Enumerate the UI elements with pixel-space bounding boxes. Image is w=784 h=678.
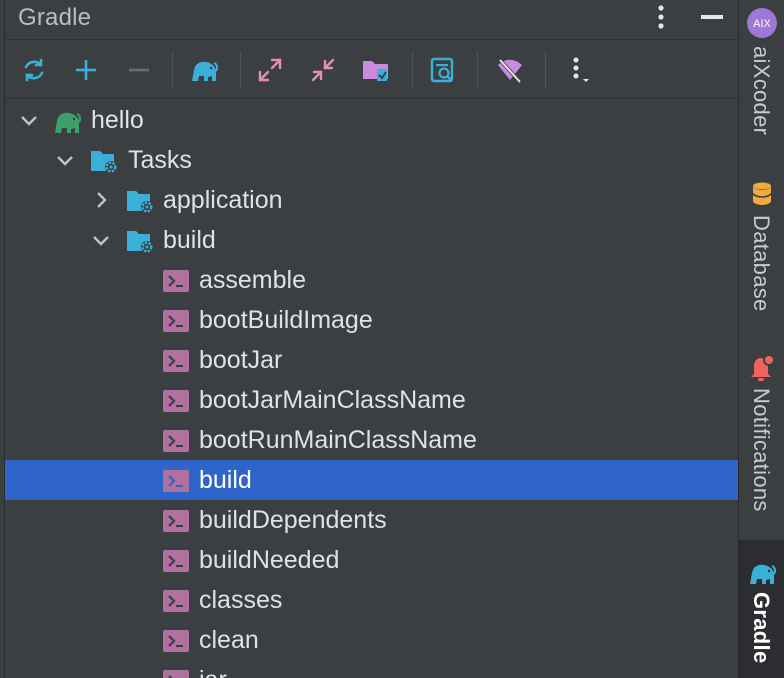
terminal-task-icon [163,670,189,678]
offline-mode-icon[interactable] [493,53,527,87]
task-bootbuildimage[interactable]: bootBuildImage [5,300,738,340]
stripe-label: Database [749,215,774,312]
terminal-task-icon [163,470,189,492]
tree-node-project[interactable]: hello [5,100,738,140]
refresh-icon[interactable] [17,53,51,87]
task-folder-icon [91,151,117,173]
plus-icon[interactable] [69,53,103,87]
tree-node-label: bootJar [199,346,283,374]
terminal-task-icon [163,630,189,652]
tree-node-label: jar [199,665,227,678]
task-clean[interactable]: clean [5,620,738,660]
hide-panel-icon[interactable] [697,2,727,32]
aixcoder-icon: AIX [747,8,777,38]
stripe-item-notifications[interactable]: Notifications [739,348,784,528]
stripe-label: Notifications [749,388,774,512]
tree-node-label: application [163,186,283,214]
more-vertical-icon[interactable] [561,53,595,87]
tree-node-label: assemble [199,266,306,294]
task-folder-icon [127,191,153,213]
toolbar-separator [412,51,413,89]
right-tool-stripe: AIX aiXcoder Database Notifications Grad… [738,0,784,678]
task-builddependents[interactable]: buildDependents [5,500,738,540]
tree-node-build-group[interactable]: build [5,220,738,260]
gradle-toolbar [5,41,738,99]
tree-node-label: build [199,466,252,494]
task-jar[interactable]: jar [5,660,738,678]
tool-window-title: Gradle [18,4,92,31]
gradle-tree: hello Tasks application build assemble b… [5,100,738,678]
svg-text:AIX: AIX [753,18,771,30]
chevron-down-icon[interactable] [90,229,112,251]
tool-window-header: Gradle [5,0,738,40]
toolbar-separator [172,51,173,89]
minus-icon[interactable] [122,53,156,87]
folder-icon[interactable] [359,53,393,87]
tree-node-label: buildDependents [199,506,387,534]
terminal-task-icon [163,510,189,532]
toolbar-separator [545,51,546,89]
gradle-tool-window: Gradle hello Tasks application build ass… [4,0,738,678]
tree-node-label: buildNeeded [199,546,340,574]
tree-node-label: bootJarMainClassName [199,386,466,414]
terminal-task-icon [163,310,189,332]
terminal-task-icon [163,350,189,372]
tree-node-tasks[interactable]: Tasks [5,140,738,180]
options-menu-icon[interactable] [646,2,676,32]
tree-node-label: hello [91,106,144,134]
task-classes[interactable]: classes [5,580,738,620]
gradle-elephant-icon [55,112,82,133]
tree-node-label: clean [199,626,259,654]
terminal-task-icon [163,270,189,292]
task-bootjarmainclassname[interactable]: bootJarMainClassName [5,380,738,420]
elephant-icon [750,564,777,584]
chevron-down-icon[interactable] [54,149,76,171]
task-assemble[interactable]: assemble [5,260,738,300]
task-bootjar[interactable]: bootJar [5,340,738,380]
bell-icon [751,354,775,381]
stripe-label: Gradle [749,592,774,664]
tree-node-label: bootRunMainClassName [199,426,477,454]
chevron-right-icon[interactable] [90,189,112,211]
task-buildneeded[interactable]: buildNeeded [5,540,738,580]
tree-node-label: classes [199,586,283,614]
database-icon [752,182,772,205]
terminal-task-icon [163,550,189,572]
terminal-task-icon [163,590,189,612]
expand-all-icon[interactable] [253,53,287,87]
stripe-item-aixcoder[interactable]: AIX aiXcoder [739,0,784,150]
toolbar-separator [477,51,478,89]
stripe-label: aiXcoder [749,46,774,136]
task-bootrunmainclassname[interactable]: bootRunMainClassName [5,420,738,460]
tree-node-label: bootBuildImage [199,306,373,334]
toolbar-separator [240,51,241,89]
analyze-icon[interactable] [426,53,460,87]
terminal-task-icon [163,430,189,452]
stripe-item-database[interactable]: Database [739,175,784,325]
elephant-icon[interactable] [187,53,221,87]
tree-node-label: build [163,226,216,254]
task-folder-icon [127,231,153,253]
collapse-all-icon[interactable] [306,53,340,87]
task-build-selected[interactable]: build [5,460,738,500]
stripe-item-gradle[interactable]: Gradle [739,540,784,678]
chevron-down-icon[interactable] [18,109,40,131]
terminal-task-icon [163,390,189,412]
tree-node-application[interactable]: application [5,180,738,220]
tree-node-label: Tasks [128,146,192,174]
